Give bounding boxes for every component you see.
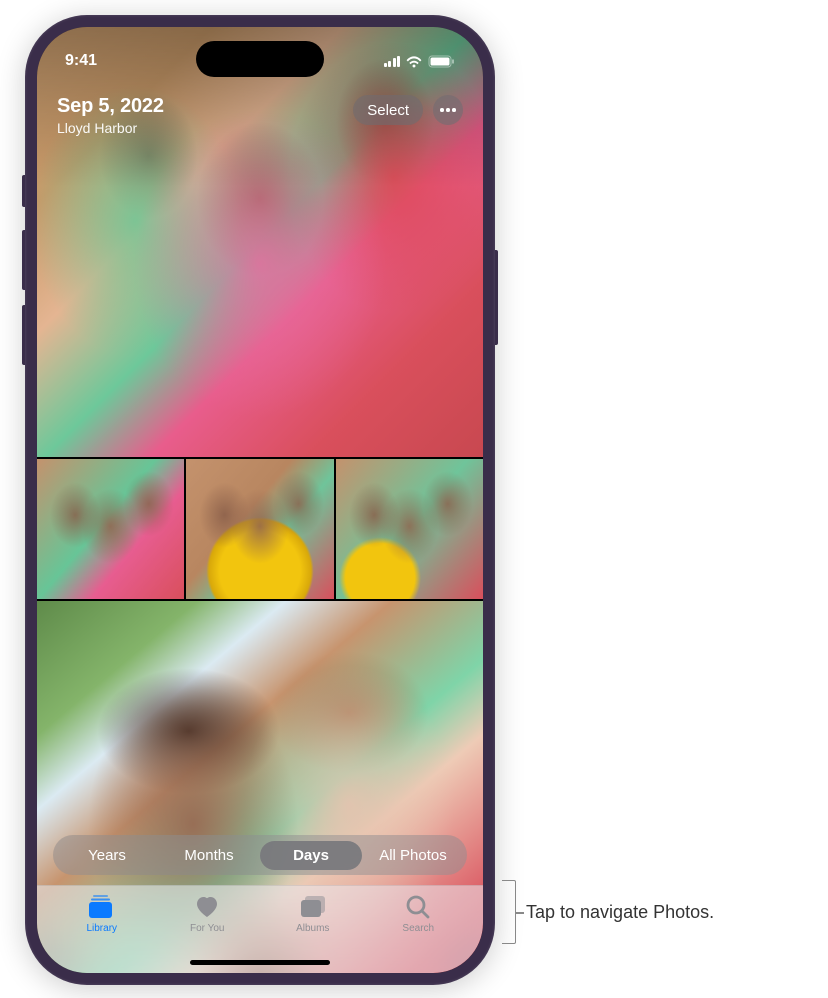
battery-icon — [428, 55, 455, 68]
photo-thumbnail[interactable] — [336, 459, 483, 599]
segment-months[interactable]: Months — [158, 841, 260, 870]
select-button[interactable]: Select — [353, 95, 423, 125]
status-right — [384, 55, 456, 68]
callout-bracket-icon — [502, 880, 516, 944]
volume-up-button — [22, 230, 25, 290]
header-actions: Select — [353, 95, 463, 125]
header-info: Sep 5, 2022 Lloyd Harbor — [57, 95, 164, 136]
power-button — [495, 250, 498, 345]
cellular-icon — [384, 55, 401, 67]
screen: 9:41 Sep 5, 2022 Lloyd Harbor Select — [37, 27, 483, 973]
tab-label: Albums — [296, 923, 329, 934]
annotation-callout: Tap to navigate Photos. — [502, 880, 714, 944]
library-icon — [87, 894, 117, 920]
tab-library[interactable]: Library — [62, 894, 142, 973]
hero-photo[interactable] — [37, 27, 483, 457]
search-icon — [403, 894, 433, 920]
photo-thumbnail[interactable] — [37, 459, 184, 599]
albums-icon — [298, 894, 328, 920]
photo-date: Sep 5, 2022 — [57, 95, 164, 118]
tab-label: Search — [402, 923, 434, 934]
segment-days[interactable]: Days — [260, 841, 362, 870]
phone-frame: 9:41 Sep 5, 2022 Lloyd Harbor Select — [25, 15, 495, 985]
segment-years[interactable]: Years — [56, 841, 158, 870]
wifi-icon — [405, 55, 423, 68]
tab-label: Library — [86, 923, 117, 934]
callout-text: Tap to navigate Photos. — [526, 902, 714, 923]
for-you-icon — [192, 894, 222, 920]
silence-switch — [22, 175, 25, 207]
thumbnail-row — [37, 459, 483, 599]
status-time: 9:41 — [65, 52, 97, 70]
photo-location: Lloyd Harbor — [57, 120, 164, 136]
volume-down-button — [22, 305, 25, 365]
tab-search[interactable]: Search — [378, 894, 458, 973]
home-indicator[interactable] — [190, 960, 330, 965]
view-segment-control: Years Months Days All Photos — [53, 835, 467, 875]
tab-label: For You — [190, 923, 224, 934]
segment-all-photos[interactable]: All Photos — [362, 841, 464, 870]
photo-thumbnail[interactable] — [186, 459, 333, 599]
more-button[interactable] — [433, 95, 463, 125]
dynamic-island — [196, 41, 324, 77]
